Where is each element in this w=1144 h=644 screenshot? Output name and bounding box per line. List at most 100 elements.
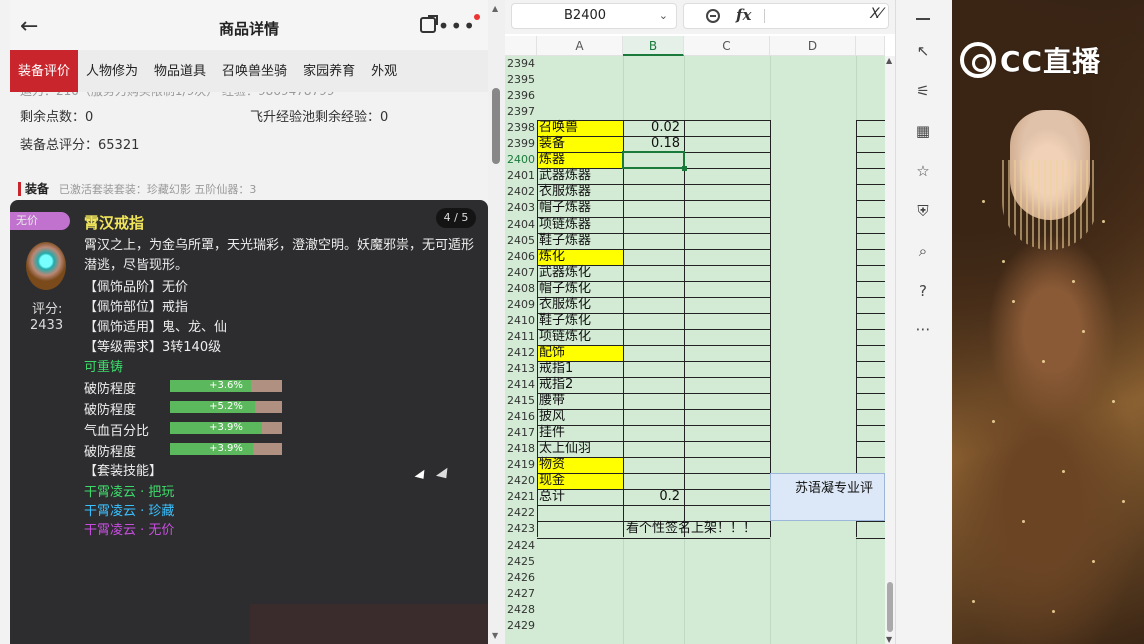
cell-a[interactable]	[537, 618, 623, 634]
cell-b[interactable]	[623, 104, 684, 120]
cell-a[interactable]: 装备	[537, 136, 623, 153]
row-number[interactable]: 2412	[505, 344, 537, 361]
cell-b[interactable]	[623, 184, 684, 200]
row-number[interactable]: 2414	[505, 377, 537, 393]
row-number[interactable]: 2415	[505, 393, 537, 410]
search-doc-icon[interactable]: ⌕	[912, 240, 934, 262]
cell-a[interactable]: 披风	[537, 409, 623, 425]
row-number[interactable]: 2418	[505, 441, 537, 458]
cell-a[interactable]: 物资	[537, 457, 623, 474]
cell-b[interactable]	[623, 72, 684, 88]
row-number[interactable]: 2404	[505, 216, 537, 233]
expand-formula-icon[interactable]: X⁄	[870, 6, 882, 22]
tab-summon-mount[interactable]: 召唤兽坐骑	[214, 50, 295, 92]
zoom-out-icon[interactable]	[706, 9, 720, 23]
cell-b[interactable]	[623, 505, 684, 521]
row-number[interactable]: 2428	[505, 601, 537, 618]
column-header-d[interactable]: D	[770, 36, 856, 56]
cell-a[interactable]: 炼化	[537, 248, 623, 265]
row-number[interactable]: 2423	[505, 521, 537, 538]
row-number[interactable]: 2398	[505, 120, 537, 137]
cell-a[interactable]	[537, 72, 623, 88]
row-number[interactable]: 2402	[505, 184, 537, 201]
cell-a[interactable]: 帽子炼化	[537, 281, 623, 297]
cell-b[interactable]	[623, 168, 684, 184]
chevron-down-icon[interactable]: ⌄	[659, 4, 668, 28]
share-icon[interactable]	[420, 15, 438, 33]
cell-b[interactable]	[623, 281, 684, 297]
row-number[interactable]: 2406	[505, 248, 537, 265]
row-number[interactable]: 2425	[505, 553, 537, 570]
cell-b[interactable]	[623, 313, 684, 329]
more-icon[interactable]: ⋯	[912, 318, 934, 340]
cell-b[interactable]	[623, 345, 684, 361]
cell-a[interactable]	[537, 521, 623, 537]
cell-grid[interactable]: 2394 2395 2396 2397 2398 召唤兽 0.02 2399 装备 0.18 240…	[505, 56, 885, 644]
tab-appearance[interactable]: 外观	[363, 50, 405, 92]
row-number[interactable]: 2394	[505, 56, 537, 72]
cell-b[interactable]	[623, 56, 684, 72]
row-number[interactable]: 2420	[505, 473, 537, 490]
cell-b[interactable]	[623, 618, 684, 634]
cell-b[interactable]	[623, 425, 684, 441]
cell-a[interactable]	[537, 602, 623, 618]
row-number[interactable]: 2411	[505, 328, 537, 345]
cell-b[interactable]: 0.18	[623, 136, 684, 152]
row-number[interactable]: 2421	[505, 489, 537, 506]
column-header-c[interactable]: C	[684, 36, 770, 56]
sheet-scrollbar[interactable]: ▲ ▼	[885, 56, 895, 644]
cell-b[interactable]: 0.02	[623, 120, 684, 136]
cell-b[interactable]	[623, 538, 684, 554]
cell-a[interactable]: 项链炼器	[537, 217, 623, 233]
cell-b[interactable]	[623, 393, 684, 409]
tab-items[interactable]: 物品道具	[146, 50, 214, 92]
cell-a[interactable]: 总计	[537, 489, 623, 505]
signature-note[interactable]: 看个性签名上架！！！	[624, 521, 784, 537]
tab-home[interactable]: 家园养育	[295, 50, 363, 92]
cell-b[interactable]	[623, 409, 684, 425]
name-box[interactable]: B2400 ⌄	[511, 3, 677, 29]
column-header-e[interactable]	[856, 36, 885, 56]
cell-b[interactable]: 0.2	[623, 489, 684, 505]
corner-header[interactable]	[505, 36, 537, 56]
phone-scrollbar[interactable]: ▲ ▼	[488, 0, 505, 644]
row-number[interactable]: 2422	[505, 505, 537, 522]
row-number[interactable]: 2407	[505, 264, 537, 281]
row-number[interactable]: 2401	[505, 168, 537, 185]
row-number[interactable]: 2408	[505, 280, 537, 297]
cell-a[interactable]: 武器炼化	[537, 265, 623, 281]
cell-b[interactable]	[623, 586, 684, 602]
scroll-down-icon[interactable]: ▼	[886, 635, 892, 644]
cell-a[interactable]: 帽子炼器	[537, 200, 623, 216]
row-number[interactable]: 2424	[505, 537, 537, 554]
tab-equip-eval[interactable]: 装备评价	[10, 50, 79, 92]
cell-b[interactable]	[623, 88, 684, 104]
cell-b[interactable]	[623, 441, 684, 457]
cell-b[interactable]	[623, 265, 684, 281]
cell-b[interactable]	[623, 329, 684, 345]
table-icon[interactable]: ▦	[912, 120, 934, 142]
row-number[interactable]: 2400	[505, 152, 537, 169]
cell-a[interactable]: 配饰	[537, 344, 623, 361]
cell-a[interactable]: 鞋子炼器	[537, 233, 623, 249]
cell-b[interactable]	[623, 377, 684, 393]
cell-a[interactable]: 衣服炼化	[537, 297, 623, 313]
row-number[interactable]: 2403	[505, 200, 537, 217]
cell-b[interactable]	[623, 249, 684, 265]
cell-b[interactable]	[623, 361, 684, 377]
cell-b[interactable]	[623, 602, 684, 618]
merged-cell-review[interactable]: 苏语凝专业评	[770, 473, 885, 522]
cell-a[interactable]	[537, 586, 623, 602]
cell-a[interactable]: 戒指2	[537, 377, 623, 393]
cell-b[interactable]	[623, 473, 684, 489]
row-number[interactable]: 2395	[505, 72, 537, 89]
scroll-thumb[interactable]	[492, 88, 500, 164]
more-menu-icon[interactable]: •••	[438, 14, 476, 38]
cell-a[interactable]	[537, 505, 623, 521]
cell-b[interactable]	[623, 200, 684, 216]
help-icon[interactable]: ?	[912, 280, 934, 302]
cell-a[interactable]: 项链炼化	[537, 329, 623, 345]
shield-icon[interactable]: ⛨	[912, 200, 934, 222]
cell-a[interactable]	[537, 554, 623, 570]
column-header-a[interactable]: A	[537, 36, 623, 56]
